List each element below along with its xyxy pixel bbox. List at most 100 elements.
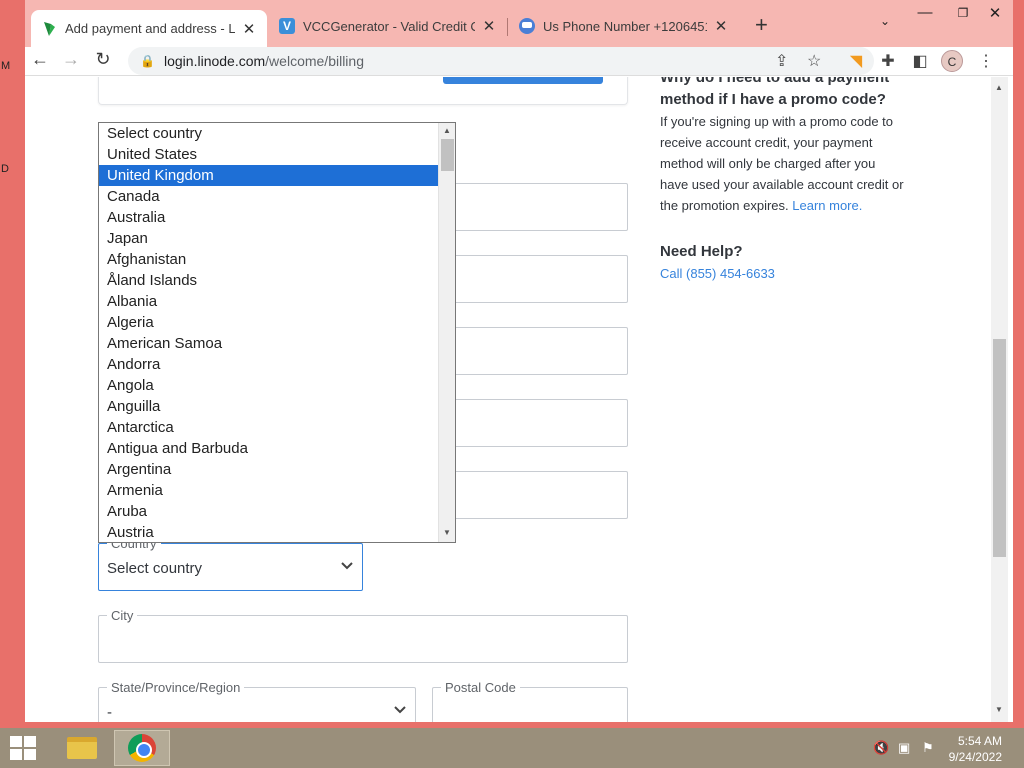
url-host: login.linode.com [164,53,266,69]
country-option[interactable]: Antarctica [99,417,438,438]
country-option[interactable]: Algeria [99,312,438,333]
city-label: City [107,608,138,623]
country-dropdown-list[interactable]: Select country United States United Kingdo… [98,122,456,543]
windows-start-icon[interactable] [10,736,38,760]
country-option[interactable]: Antigua and Barbuda [99,438,438,459]
tab-title: VCCGenerator - Valid Credit Card [303,18,475,34]
menu-icon[interactable]: ⋮ [975,51,997,71]
faq-line: have used your available account credit … [660,177,904,192]
close-icon[interactable]: ✕ [481,17,497,35]
country-option[interactable]: Select country [99,123,438,144]
apply-button[interactable] [443,77,603,84]
city-field[interactable]: City [98,608,628,663]
help-heading: Need Help? [660,243,743,260]
faq-heading-line2: method if I have a promo code? [660,91,886,108]
chevron-down-icon [393,702,407,718]
country-options: Select country United States United Kingdo… [99,123,455,542]
close-icon[interactable]: ✕ [241,20,257,38]
promo-faq: Why do I need to add a payment method if… [660,77,920,284]
scroll-up-icon[interactable]: ▲ [443,126,451,135]
help-phone-link[interactable]: Call (855) 454-6633 [660,263,920,284]
postal-label: Postal Code [441,680,520,695]
tab-search-icon[interactable]: ⌄ [865,14,905,28]
tab-strip: Add payment and address - Lino ✕ V VCCGe… [25,0,1013,47]
country-option[interactable]: United Kingdom [99,165,438,186]
faq-line: receive account credit, your payment [660,135,873,150]
extensions-icon[interactable]: ✚ [877,51,899,71]
country-option[interactable]: Argentina [99,459,438,480]
dropdown-scrollbar[interactable]: ▲ ▼ [438,123,455,542]
network-icon[interactable]: ▣ [898,740,910,756]
desktop-icon-label: D [1,163,9,175]
side-panel-icon[interactable]: ◧ [909,51,931,71]
country-option[interactable]: Aruba [99,501,438,522]
tab-title: Us Phone Number +1206451255 [543,18,707,34]
country-select[interactable]: Country Select country [98,536,363,591]
desktop-icon-label: M [1,60,11,72]
page-scrollbar[interactable]: ▲ ▼ [991,77,1008,722]
country-option[interactable]: Andorra [99,354,438,375]
country-option[interactable]: Anguilla [99,396,438,417]
clock-time: 5:54 AM [957,734,1002,748]
rss-icon[interactable]: ◥ [845,51,867,71]
volume-muted-icon[interactable]: 🔇 [873,740,889,756]
faq-line: method will only be charged after you [660,156,876,171]
tab-phone-number[interactable]: Us Phone Number +1206451255 ✕ [509,10,739,42]
folder-icon [67,737,97,759]
country-option[interactable]: Japan [99,228,438,249]
faq-last-text: the promotion expires. [660,198,789,213]
reload-icon[interactable]: ↻ [91,49,115,70]
tab-vccgenerator[interactable]: V VCCGenerator - Valid Credit Card ✕ [269,10,507,42]
chrome-icon [128,734,156,762]
clock-date: 9/24/2022 [948,750,1002,764]
country-option[interactable]: United States [99,144,438,165]
lock-icon: 🔒 [140,54,155,68]
close-window-icon[interactable]: ✕ [975,4,1015,22]
forward-icon[interactable]: → [59,49,83,70]
country-option[interactable]: Canada [99,186,438,207]
profile-avatar[interactable]: C [941,50,963,72]
system-clock[interactable]: 5:54 AM 9/24/2022 [949,733,1002,765]
country-value: Select country [107,560,203,577]
faq-heading-line1: Why do I need to add a payment [660,77,890,86]
scroll-up-icon[interactable]: ▲ [995,83,1003,92]
vcc-icon: V [279,18,295,34]
country-option[interactable]: Austria [99,522,438,542]
new-tab-button[interactable]: + [755,12,768,38]
country-option[interactable]: Albania [99,291,438,312]
dropdown-scroll-thumb[interactable] [441,139,454,171]
file-explorer-button[interactable] [54,730,110,766]
state-label: State/Province/Region [107,680,245,695]
learn-more-link[interactable]: Learn more. [792,198,862,213]
back-icon[interactable]: ← [28,49,52,70]
country-option[interactable]: Afghanistan [99,249,438,270]
country-option[interactable]: American Samoa [99,333,438,354]
country-option[interactable]: Armenia [99,480,438,501]
scroll-down-icon[interactable]: ▼ [443,528,451,537]
state-select[interactable]: State/Province/Region - [98,680,416,722]
faq-line-last: the promotion expires. Learn more. [660,195,920,216]
country-option[interactable]: Angola [99,375,438,396]
taskbar: 🔇 ▣ ⚑ 5:54 AM 9/24/2022 [0,728,1024,768]
notification-flag-icon[interactable]: ⚑ [922,740,934,756]
country-option[interactable]: Australia [99,207,438,228]
postal-code-field[interactable]: Postal Code [432,680,628,722]
faq-line: If you're signing up with a promo code t… [660,114,894,129]
state-value: - [107,704,112,721]
tab-linode[interactable]: Add payment and address - Lino ✕ [31,10,267,47]
tab-title: Add payment and address - Lino [65,21,235,36]
close-icon[interactable]: ✕ [713,17,729,35]
linode-icon [41,21,57,37]
minimize-icon[interactable]: — [905,4,945,21]
address-bar[interactable]: 🔒 login.linode.com/welcome/billing [128,47,874,75]
country-option[interactable]: Åland Islands [99,270,438,291]
tab-separator [507,18,508,36]
url-path: /welcome/billing [265,53,364,69]
chevron-down-icon [340,558,354,574]
scroll-down-icon[interactable]: ▼ [995,705,1003,714]
share-icon[interactable]: ⇪ [775,51,788,71]
chat-icon [519,18,535,34]
scroll-thumb[interactable] [993,339,1006,557]
bookmark-star-icon[interactable]: ☆ [807,51,821,71]
chrome-taskbar-button[interactable] [114,730,170,766]
